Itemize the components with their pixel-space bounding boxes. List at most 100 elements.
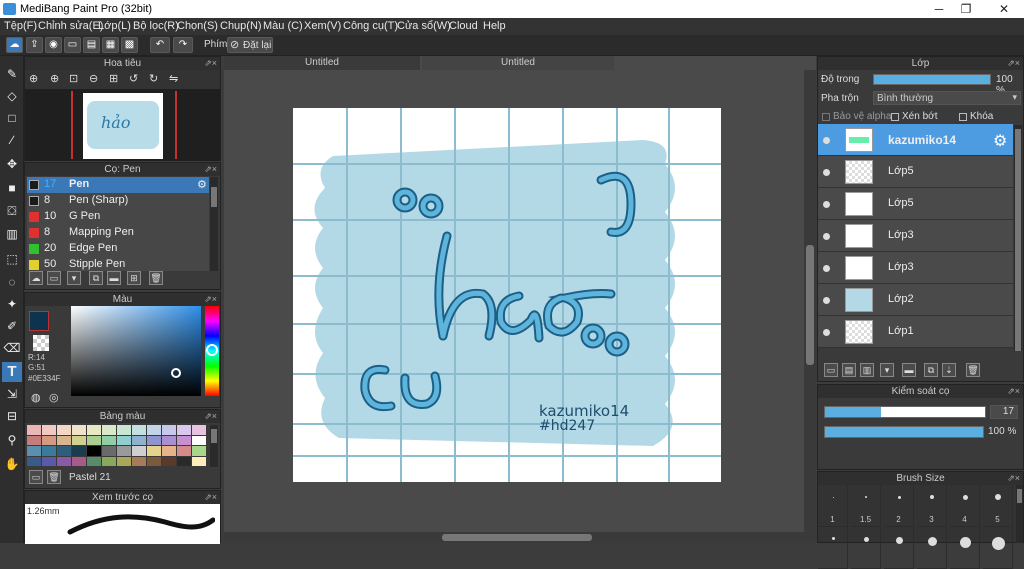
brush-settings-gear-icon[interactable]: ⚙: [197, 178, 207, 191]
delete-layer-trash-icon[interactable]: 🗑: [966, 363, 980, 377]
brush-size-cell[interactable]: [983, 527, 1013, 569]
palette-swatch[interactable]: [27, 456, 41, 466]
palette-swatch[interactable]: [147, 446, 161, 456]
brush-size-cell[interactable]: 5: [983, 485, 1013, 527]
hand-tool-icon[interactable]: ✋: [2, 454, 22, 474]
palette-swatch[interactable]: [102, 435, 116, 445]
brush-size-slider[interactable]: [824, 406, 986, 418]
brush-size-cell[interactable]: [950, 527, 980, 569]
tab-untitled-1[interactable]: Untitled: [224, 56, 420, 70]
brush-size-cell[interactable]: 1.5: [851, 485, 881, 527]
palette-swatch[interactable]: [177, 456, 191, 466]
close-button[interactable]: ✕: [993, 1, 1015, 17]
tab-untitled-2[interactable]: Untitled: [422, 56, 614, 70]
panel-expand-icon[interactable]: ⇗×: [204, 410, 217, 423]
divide-tool-icon[interactable]: ⊟: [2, 406, 22, 426]
blend-mode-select[interactable]: Bình thường ▾: [873, 91, 1021, 105]
operation-tool-icon[interactable]: ⇲: [2, 384, 22, 404]
color-picker-icon[interactable]: ◎: [49, 391, 59, 404]
brush-size-cell[interactable]: 4: [950, 485, 980, 527]
new-layer-icon[interactable]: ▭: [824, 363, 838, 377]
bucket-tool-icon[interactable]: ⛋: [2, 201, 22, 221]
palette-swatch[interactable]: [147, 435, 161, 445]
menu-select[interactable]: Chọn(S): [177, 20, 218, 32]
palette-swatch[interactable]: [117, 456, 131, 466]
brush-size-cell[interactable]: 1: [818, 485, 848, 527]
brush-size-cell[interactable]: [851, 527, 881, 569]
hue-slider[interactable]: [205, 306, 219, 396]
palette-swatch[interactable]: [132, 435, 146, 445]
rotate-right-icon[interactable]: ↻: [149, 72, 158, 85]
new-8bit-layer-icon[interactable]: ▤: [842, 363, 856, 377]
layer-visibility-icon[interactable]: [823, 297, 830, 304]
select-tool-icon[interactable]: ⬚: [2, 249, 22, 269]
palette-swatch[interactable]: [177, 446, 191, 456]
redo-icon[interactable]: ↷: [173, 37, 193, 53]
panel-expand-icon[interactable]: ⇗×: [204, 163, 217, 176]
palette-swatch[interactable]: [177, 435, 191, 445]
palette-swatch[interactable]: [27, 435, 41, 445]
palette-swatch[interactable]: [87, 435, 101, 445]
artwork-canvas[interactable]: kazumiko14 #hd247: [293, 108, 721, 482]
palette-swatch[interactable]: [117, 425, 131, 435]
merge-layer-icon[interactable]: ⇣: [942, 363, 956, 377]
menu-window[interactable]: Cửa sổ(W): [397, 20, 451, 32]
gradient-tool-icon[interactable]: ▥: [2, 224, 22, 244]
palette-swatch[interactable]: [162, 425, 176, 435]
canvas-area[interactable]: Untitled Untitled kazumiko14 #hd247: [224, 56, 816, 543]
palette-swatch[interactable]: [42, 446, 56, 456]
menu-file[interactable]: Tệp(F): [4, 20, 37, 32]
menu-cloud[interactable]: Cloud: [449, 20, 478, 32]
palette-swatch[interactable]: [27, 446, 41, 456]
shape-tool-icon[interactable]: □: [2, 108, 22, 128]
undo-icon[interactable]: ↶: [150, 37, 170, 53]
palette-swatch[interactable]: [162, 446, 176, 456]
layer-row-lop2[interactable]: Lớp2: [818, 284, 1013, 316]
palette-swatch[interactable]: [192, 456, 206, 466]
palette-swatch[interactable]: [72, 435, 86, 445]
brush-item-stipple-pen[interactable]: 50 Stipple Pen: [27, 257, 209, 271]
zoom-in-icon[interactable]: ⊕: [29, 72, 38, 85]
palette-swatch[interactable]: [192, 446, 206, 456]
brush-item-edge-pen[interactable]: 20 Edge Pen: [27, 241, 209, 257]
brush-list-scrollbar[interactable]: [210, 177, 218, 271]
brush-opacity-slider[interactable]: [824, 426, 984, 438]
layer-row-lop5-a[interactable]: Lớp5: [818, 156, 1013, 188]
panel-expand-icon[interactable]: ⇗×: [1007, 385, 1020, 398]
clip-checkbox[interactable]: [891, 113, 899, 121]
palette-swatch[interactable]: [57, 446, 71, 456]
layer-visibility-icon[interactable]: [823, 265, 830, 272]
menu-color[interactable]: Màu (C): [263, 20, 303, 32]
zoom-out-icon[interactable]: ⊖: [89, 72, 98, 85]
brush-size-cell[interactable]: [818, 527, 848, 569]
menu-view[interactable]: Xem(V): [304, 20, 341, 32]
layer-opacity-slider[interactable]: [873, 74, 991, 85]
primary-color-swatch[interactable]: [29, 311, 49, 331]
palette-swatch[interactable]: [57, 456, 71, 466]
palette-swatch[interactable]: [102, 425, 116, 435]
palette-swatch[interactable]: [87, 456, 101, 466]
select-pen-tool-icon[interactable]: ✐: [2, 316, 22, 336]
fill-rect-tool-icon[interactable]: ■: [2, 178, 22, 198]
palette-swatch[interactable]: [72, 446, 86, 456]
canvas-vertical-scrollbar[interactable]: [804, 70, 816, 543]
layer-visibility-icon[interactable]: [823, 233, 830, 240]
add-layer-menu-icon[interactable]: ▾: [880, 363, 894, 377]
line-tool-icon[interactable]: ∕: [2, 130, 22, 150]
palette-swatch[interactable]: [42, 425, 56, 435]
move-tool-icon[interactable]: ✥: [2, 154, 22, 174]
brush-size-cell[interactable]: [884, 527, 914, 569]
layer-folder-icon[interactable]: ▬: [902, 363, 916, 377]
palette-swatch[interactable]: [27, 425, 41, 435]
brush-size-cell[interactable]: 2: [884, 485, 914, 527]
palette-swatches[interactable]: [27, 425, 207, 467]
color-saturation-field[interactable]: [71, 306, 201, 396]
menu-layer[interactable]: Lớp(L): [98, 20, 131, 32]
brush-size-scrollbar[interactable]: [1016, 485, 1023, 543]
layer-settings-gear-icon[interactable]: ⚙: [993, 131, 1007, 151]
layer-row-kazumiko14[interactable]: kazumiko14 ⚙: [818, 124, 1013, 156]
panel-expand-icon[interactable]: ⇗×: [204, 491, 217, 504]
page-icon[interactable]: ▦: [102, 37, 119, 53]
menu-tools[interactable]: Công cụ(T): [343, 20, 398, 32]
folder-icon[interactable]: ▬: [107, 271, 121, 285]
